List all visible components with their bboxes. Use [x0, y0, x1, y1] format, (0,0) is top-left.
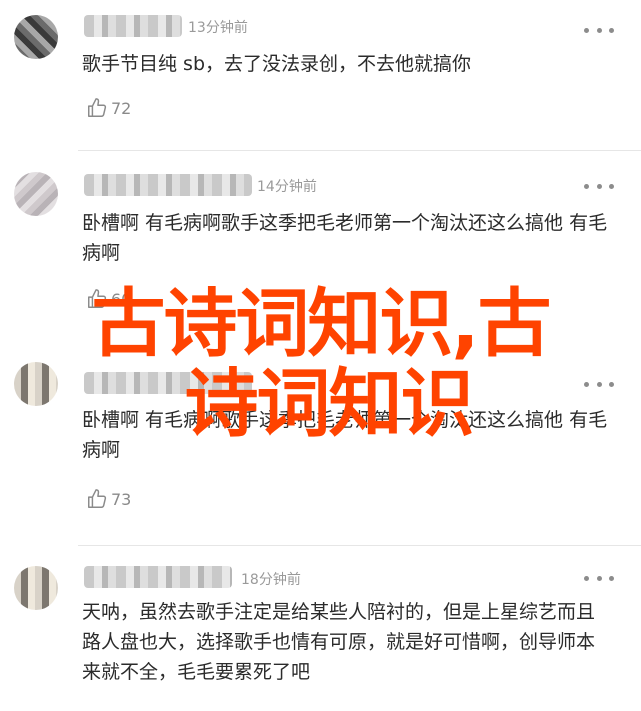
avatar[interactable]	[14, 566, 58, 610]
overlay-title-line-2: 诗词知识	[184, 361, 475, 447]
more-dots-icon	[584, 575, 589, 581]
comment-timestamp: 13分钟前	[188, 20, 248, 36]
more-options-button[interactable]	[584, 570, 614, 586]
thumbs-up-icon	[88, 98, 107, 117]
more-options-button[interactable]	[584, 178, 614, 194]
comment-text: 卧槽啊 有毛病啊歌手这季把毛老师第一个淘汰还这么搞他 有毛病啊	[82, 212, 608, 264]
divider	[78, 545, 641, 546]
divider	[78, 150, 641, 151]
comment-text: 天呐，虽然去歌手注定是给某些人陪衬的，但是上星综艺而且路人盘也大，选择歌手也情有…	[82, 601, 596, 683]
like-count: 73	[111, 489, 132, 509]
more-options-button[interactable]	[584, 22, 614, 38]
avatar[interactable]	[14, 172, 58, 216]
username-blurred[interactable]	[84, 566, 232, 588]
username-blurred[interactable]	[84, 174, 252, 196]
avatar[interactable]	[14, 15, 58, 59]
like-count: 72	[111, 98, 132, 118]
like-button[interactable]: 72	[86, 97, 131, 119]
more-dots-icon	[584, 27, 589, 33]
username-blurred[interactable]	[84, 15, 182, 37]
thumbs-up-icon	[88, 489, 107, 508]
comment-timestamp: 14分钟前	[257, 179, 317, 195]
like-button[interactable]: 73	[86, 488, 131, 510]
comment-text: 歌手节目纯 sb，去了没法录创，不去他就搞你	[82, 53, 472, 75]
comment-timestamp: 18分钟前	[241, 572, 301, 588]
overlay-title-line-1: 古诗词知识,古	[91, 281, 551, 367]
more-dots-icon	[584, 183, 589, 189]
